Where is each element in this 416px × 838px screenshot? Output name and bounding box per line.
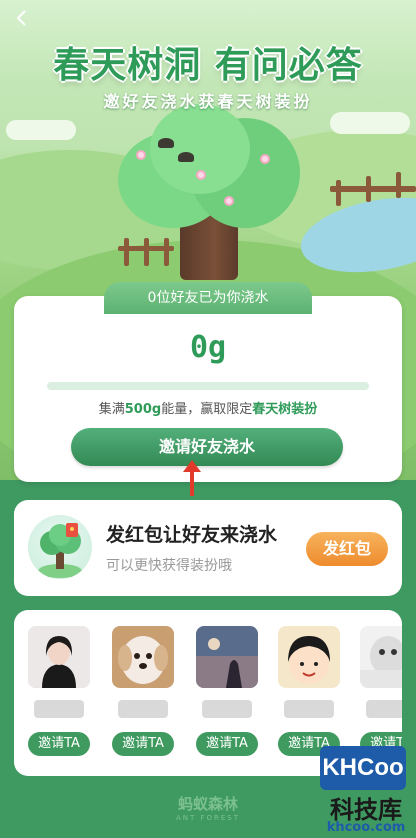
friend-item: 邀请TA [112, 626, 178, 756]
goal-reward: 春天树装扮 [252, 402, 318, 417]
bridge-post [336, 180, 341, 206]
invite-ta-button[interactable]: 邀请TA [196, 732, 258, 756]
friend-item: 邀请TA [196, 626, 262, 756]
red-packet-title: 发红包让好友来浇水 [106, 524, 278, 546]
bridge-post [366, 176, 371, 202]
friends-watered-banner: 0位好友已为你浇水 [104, 282, 312, 314]
flower-icon [260, 154, 270, 164]
send-red-packet-button[interactable]: 发红包 [306, 532, 388, 566]
fence-post [124, 238, 129, 266]
avatar [278, 626, 340, 688]
friend-name-blurred [34, 700, 84, 718]
friend-item: 邀请TA [360, 626, 402, 756]
page-title: 春天树洞 有问必答 [53, 45, 363, 86]
goal-middle: 能量，赢取限定 [161, 402, 253, 417]
fence-post [164, 238, 169, 266]
avatar [196, 626, 258, 688]
invite-ta-button[interactable]: 邀请TA [112, 732, 174, 756]
bird-icon [178, 152, 194, 162]
goal-amount: 500g [124, 402, 162, 417]
cloud [6, 120, 76, 140]
friend-name-blurred [118, 700, 168, 718]
fence-post [144, 238, 149, 266]
energy-progress-bar [47, 382, 369, 390]
site-watermark: KHCoo 科技库 khcoo.com [312, 746, 416, 838]
chevron-left-icon [16, 10, 26, 26]
avatar [28, 626, 90, 688]
goal-description: 集满500g能量，赢取限定春天树装扮 [0, 398, 416, 417]
friend-name-blurred [284, 700, 334, 718]
friend-name-blurred [366, 700, 402, 718]
watermark-url: khcoo.com [326, 820, 406, 835]
bridge-rail [330, 186, 416, 192]
avatar [112, 626, 174, 688]
flower-icon [136, 150, 146, 160]
water-amount: 0g [189, 330, 227, 365]
bridge-post [396, 172, 401, 198]
page-subtitle: 邀好友浇水获春天树装扮 [103, 92, 313, 111]
flower-icon [196, 170, 206, 180]
red-packet-description: 可以更快获得装扮哦 [106, 558, 232, 574]
watermark-logo: KHCoo [320, 746, 406, 790]
invite-ta-button[interactable]: 邀请TA [28, 732, 90, 756]
red-arrow-annotation [183, 460, 201, 496]
friend-item: 邀请TA [28, 626, 94, 756]
flower-icon [224, 196, 234, 206]
tree-red-packet-icon [28, 515, 92, 579]
bird-icon [158, 138, 174, 148]
friend-item: 邀请TA [278, 626, 344, 756]
tree-crown [150, 104, 250, 194]
avatar [360, 626, 402, 688]
cloud [330, 112, 410, 134]
invite-friends-water-button[interactable]: 邀请好友浇水 [71, 428, 343, 466]
back-button[interactable] [12, 8, 36, 32]
friend-name-blurred [202, 700, 252, 718]
goal-prefix: 集满 [98, 402, 125, 417]
